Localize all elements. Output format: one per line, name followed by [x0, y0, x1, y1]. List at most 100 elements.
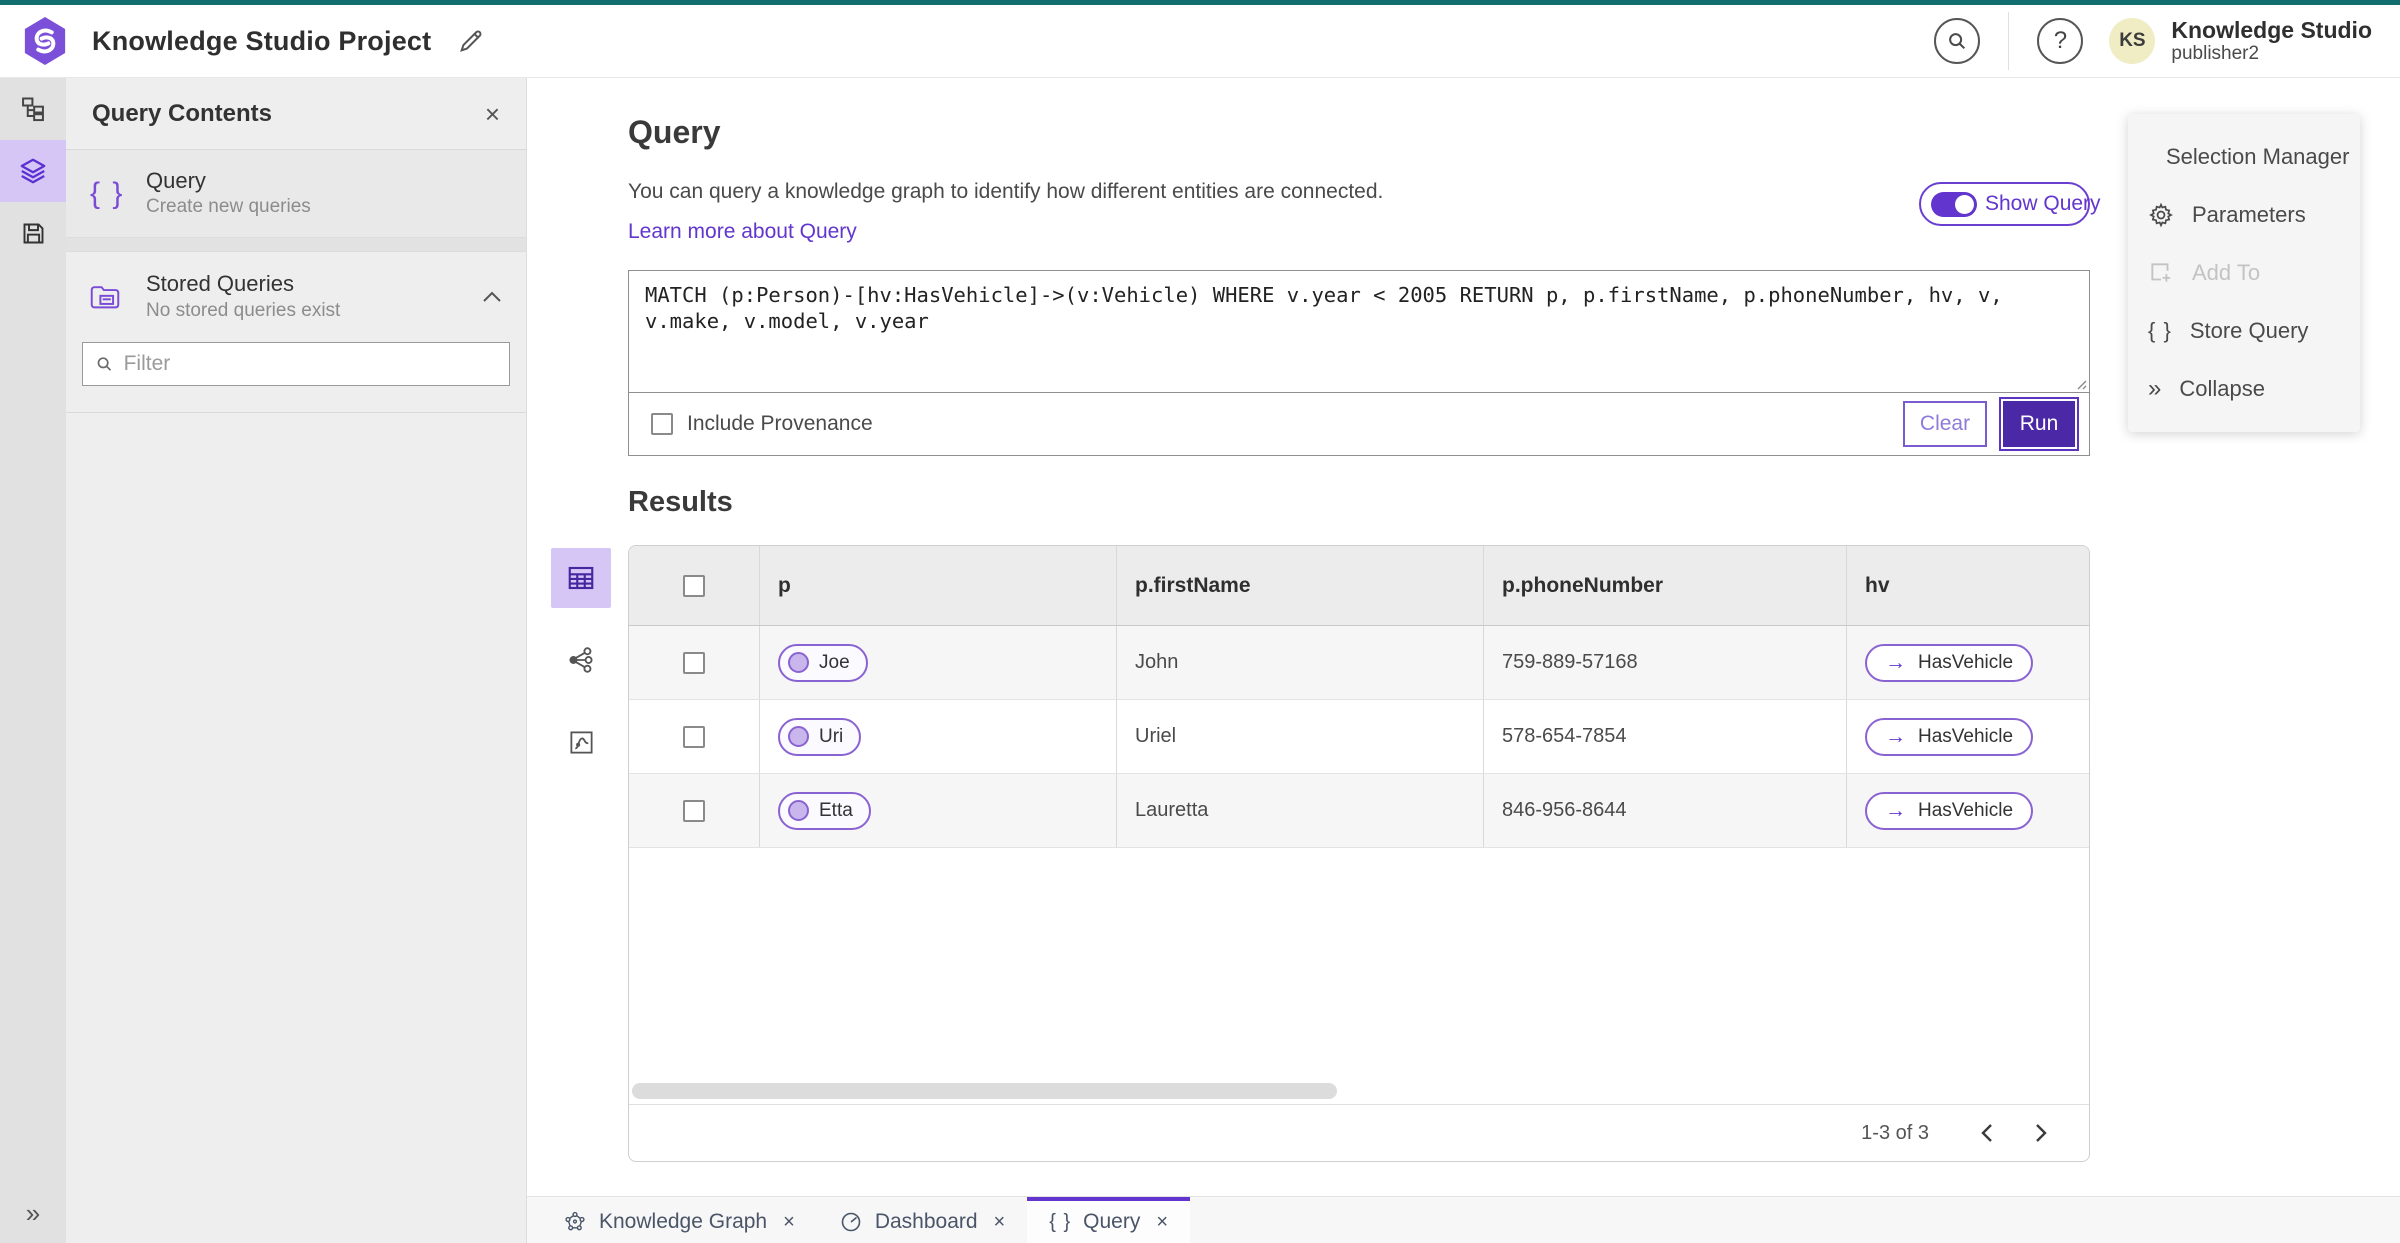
column-header-p: p [778, 573, 791, 597]
chevron-left-icon [1981, 1124, 1992, 1142]
row-checkbox[interactable] [683, 725, 705, 748]
save-icon [23, 223, 43, 243]
table-row: Joe John 759-889-57168 → HasVehicle [629, 626, 2089, 700]
entity-pill[interactable]: Uri [778, 717, 862, 756]
entity-node-icon [788, 652, 809, 673]
user-role: publisher2 [2171, 43, 2260, 65]
results-table: p p.firstName p.phoneNumber hv Joe John … [628, 545, 2090, 1162]
cell-phonenumber: 578-654-7854 [1502, 725, 1627, 747]
section-spacer [66, 238, 526, 252]
show-query-toggle[interactable]: Show Query [1919, 182, 2101, 226]
entity-pill[interactable]: Joe [778, 643, 868, 682]
tab-knowledge-graph[interactable]: Knowledge Graph × [541, 1197, 817, 1243]
rail-item-save[interactable] [0, 202, 66, 264]
layers-icon [20, 158, 46, 184]
run-button[interactable]: Run [1999, 397, 2079, 451]
top-bar: Knowledge Studio Project ? KS Knowledge … [0, 0, 2400, 78]
edit-title-icon[interactable] [457, 27, 485, 55]
clear-button[interactable]: Clear [1903, 401, 1987, 447]
pagination-range: 1-3 of 3 [1861, 1121, 1929, 1144]
edge-pill[interactable]: → HasVehicle [1865, 791, 2034, 830]
rail-item-hierarchy[interactable] [0, 78, 66, 140]
results-heading: Results [628, 486, 733, 518]
cell-firstname: Uriel [1135, 725, 1177, 747]
tab-dashboard[interactable]: Dashboard × [817, 1197, 1027, 1243]
divider [2008, 12, 2010, 70]
hierarchy-icon [22, 97, 44, 122]
query-contents-panel: Query Contents × { } Query Create new qu… [66, 78, 527, 1243]
select-all-checkbox[interactable] [683, 574, 705, 597]
edge-arrow-icon: → [1885, 650, 1906, 674]
filter-field[interactable] [82, 342, 510, 386]
rail-item-layers-selected[interactable] [0, 140, 66, 202]
help-icon: ? [2053, 27, 2068, 54]
query-heading: Query [628, 114, 721, 150]
folder-icon [90, 286, 120, 309]
search-button[interactable] [1934, 18, 1981, 64]
tab-label: Knowledge Graph [599, 1210, 768, 1233]
help-button[interactable]: ? [2037, 18, 2084, 64]
tab-query-active[interactable]: { } Query × [1027, 1197, 1191, 1243]
main-content: Query You can query a knowledge graph to… [527, 78, 2400, 1196]
edge-pill[interactable]: → HasVehicle [1865, 717, 2034, 756]
query-tools-menu: Selection Manager Parameters Add To { } … [2128, 114, 2360, 432]
store-query-button[interactable]: { } Store Query [2128, 302, 2360, 360]
query-footer: Include Provenance Clear Run [629, 393, 2089, 455]
next-page-button[interactable] [2019, 1111, 2063, 1155]
user-info: Knowledge Studio publisher2 [2171, 17, 2372, 65]
query-editor-container: MATCH (p:Person)-[hv:HasVehicle]->(v:Veh… [628, 270, 2090, 456]
row-checkbox[interactable] [683, 651, 705, 674]
table-view-button[interactable] [551, 548, 611, 608]
cell-phonenumber: 759-889-57168 [1502, 651, 1638, 673]
learn-more-link[interactable]: Learn more about Query [628, 220, 857, 244]
include-provenance-label: Include Provenance [687, 412, 873, 435]
pagination-bar: 1-3 of 3 [629, 1104, 2089, 1161]
search-icon [1949, 33, 1966, 50]
table-row: Uri Uriel 578-654-7854 → HasVehicle [629, 700, 2089, 774]
table-header-row: p p.firstName p.phoneNumber hv [629, 546, 2089, 626]
topbar-actions: ? KS Knowledge Studio publisher2 [1934, 12, 2372, 70]
chart-view-button[interactable] [551, 712, 611, 772]
collapse-menu-button[interactable]: » Collapse [2128, 360, 2360, 418]
braces-icon: { } [1049, 1210, 1072, 1233]
chevron-up-icon[interactable] [482, 291, 502, 303]
close-tab-icon[interactable]: × [994, 1211, 1006, 1234]
chart-icon [569, 730, 593, 754]
edge-arrow-icon: → [1885, 798, 1906, 822]
stored-queries-subtitle: No stored queries exist [146, 299, 341, 321]
query-item-subtitle: Create new queries [146, 196, 311, 218]
previous-page-button[interactable] [1965, 1111, 2009, 1155]
app-logo-icon[interactable] [22, 16, 68, 66]
add-to-icon [2151, 263, 2171, 282]
edge-pill[interactable]: → HasVehicle [1865, 643, 2034, 682]
cell-firstname: John [1135, 651, 1179, 673]
parameters-button[interactable]: Parameters [2128, 186, 2360, 244]
expand-rail-button[interactable]: » [0, 1198, 66, 1229]
close-tab-icon[interactable]: × [783, 1211, 795, 1234]
selection-manager-button[interactable]: Selection Manager [2128, 128, 2360, 186]
stored-queries-section-header[interactable]: Stored Queries No stored queries exist [66, 252, 526, 342]
avatar[interactable]: KS [2109, 18, 2156, 64]
tab-label: Query [1083, 1210, 1141, 1233]
entity-pill[interactable]: Etta [778, 791, 871, 830]
panel-item-query[interactable]: { } Query Create new queries [66, 150, 526, 238]
chevron-right-icon [2036, 1124, 2047, 1142]
query-input[interactable]: MATCH (p:Person)-[hv:HasVehicle]->(v:Veh… [629, 271, 2089, 392]
horizontal-scrollbar[interactable] [632, 1083, 1337, 1099]
query-item-title: Query [146, 167, 206, 193]
graph-view-button[interactable] [551, 630, 611, 690]
entity-node-icon [788, 800, 809, 821]
include-provenance-checkbox[interactable] [651, 413, 673, 435]
panel-title: Query Contents [92, 99, 273, 127]
close-tab-icon[interactable]: × [1156, 1211, 1168, 1234]
close-panel-button[interactable]: × [485, 101, 500, 127]
graph-share-icon [569, 647, 593, 673]
row-checkbox[interactable] [683, 799, 705, 822]
close-icon: × [484, 98, 500, 129]
braces-icon: { } [2148, 318, 2172, 343]
tab-label: Dashboard [874, 1210, 978, 1233]
resize-grip[interactable] [2073, 376, 2087, 390]
filter-input[interactable] [123, 352, 497, 376]
table-row: Etta Lauretta 846-956-8644 → HasVehicle [629, 774, 2089, 848]
braces-icon: { } [90, 176, 125, 210]
